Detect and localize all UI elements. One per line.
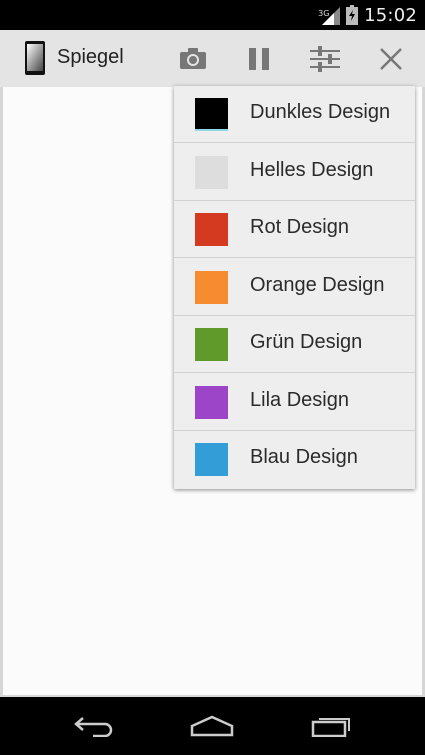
menu-item-blau-design[interactable]: Blau Design	[174, 431, 415, 488]
sliders-icon	[310, 45, 340, 72]
menu-item-lila-design[interactable]: Lila Design	[174, 374, 415, 431]
color-swatch	[195, 155, 228, 189]
color-swatch	[195, 385, 228, 419]
network-type: 3G	[318, 9, 330, 18]
recent-apps-button[interactable]	[292, 697, 372, 755]
menu-item-gruen-design[interactable]: Grün Design	[174, 316, 415, 373]
status-bar: 3G 15:02	[0, 0, 425, 30]
close-icon	[380, 47, 402, 70]
theme-menu: Dunkles Design Helles Design Rot Design …	[174, 86, 415, 489]
menu-item-label: Lila Design	[250, 388, 349, 411]
camera-icon	[180, 47, 206, 69]
back-icon	[74, 717, 113, 737]
status-indicators: 3G 15:02	[318, 0, 417, 30]
menu-item-label: Helles Design	[250, 158, 374, 181]
status-clock: 15:02	[364, 4, 417, 26]
color-swatch	[195, 270, 228, 304]
pause-icon	[249, 47, 269, 70]
home-button[interactable]	[172, 697, 252, 755]
close-button[interactable]	[363, 30, 419, 87]
home-icon	[190, 715, 234, 737]
settings-sliders-button[interactable]	[297, 30, 353, 87]
signal-icon: 3G	[318, 5, 341, 25]
menu-item-dunkles-design[interactable]: Dunkles Design	[174, 86, 415, 143]
back-button[interactable]	[54, 697, 134, 755]
color-swatch	[195, 443, 228, 476]
menu-item-label: Orange Design	[250, 273, 385, 296]
app-title: Spiegel	[57, 46, 124, 68]
menu-item-helles-design[interactable]: Helles Design	[174, 144, 415, 201]
menu-item-orange-design[interactable]: Orange Design	[174, 259, 415, 316]
menu-item-rot-design[interactable]: Rot Design	[174, 201, 415, 258]
menu-item-label: Dunkles Design	[250, 101, 391, 123]
pause-button[interactable]	[231, 30, 287, 87]
menu-item-label: Grün Design	[250, 331, 363, 353]
color-swatch	[195, 328, 228, 361]
camera-button[interactable]	[165, 30, 221, 87]
recent-apps-icon	[311, 718, 350, 737]
color-swatch	[195, 98, 228, 131]
menu-item-label: Blau Design	[250, 446, 358, 468]
color-swatch	[195, 213, 228, 246]
menu-item-label: Rot Design	[250, 216, 349, 238]
phone-icon[interactable]	[24, 40, 46, 76]
battery-icon	[346, 5, 359, 25]
